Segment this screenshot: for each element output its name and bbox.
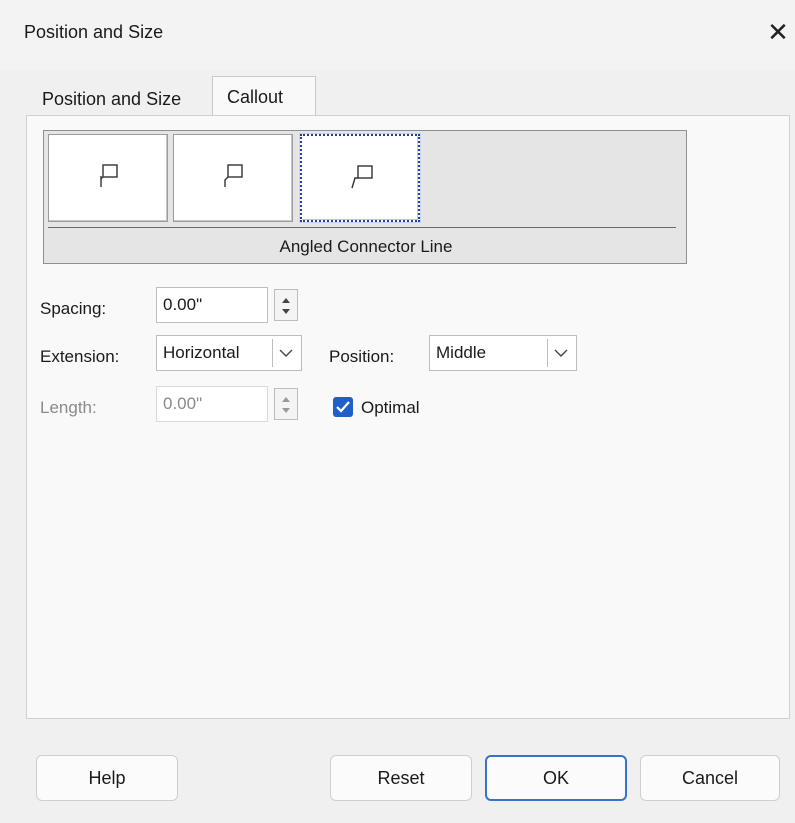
tab-callout[interactable]: Callout [212, 76, 316, 116]
spacing-stepper[interactable] [274, 289, 298, 321]
length-label: Length: [40, 398, 97, 417]
chevron-down-icon [547, 339, 573, 367]
cancel-button[interactable]: Cancel [640, 755, 780, 801]
spin-up-icon [282, 298, 290, 303]
connector-type-selector: Angled Connector Line [43, 130, 687, 264]
callout-panel: Angled Connector Line Spacing: 0.00" Ext… [26, 115, 790, 719]
spin-up-icon [282, 397, 290, 402]
spin-down-icon [282, 408, 290, 413]
optimal-label: Optimal [361, 398, 420, 417]
chevron-down-icon [272, 339, 298, 367]
window-title: Position and Size [24, 22, 164, 42]
straight-connector-option[interactable] [48, 134, 168, 222]
extension-value: Horizontal [163, 343, 240, 362]
position-select[interactable]: Middle [429, 335, 577, 371]
length-input[interactable]: 0.00" [156, 386, 268, 422]
close-icon[interactable]: ✕ [764, 18, 792, 46]
extension-select[interactable]: Horizontal [156, 335, 302, 371]
divider [48, 227, 676, 228]
reset-button[interactable]: Reset [330, 755, 472, 801]
tab-position-and-size[interactable]: Position and Size [28, 82, 212, 116]
angled-connector-icon [224, 164, 243, 187]
position-label: Position: [329, 347, 395, 366]
position-value: Middle [436, 343, 487, 362]
ok-button[interactable]: OK [485, 755, 627, 801]
title-bar: Position and Size ✕ [0, 0, 795, 70]
spin-down-icon [282, 309, 290, 314]
connector-caption: Angled Connector Line [279, 237, 453, 256]
extension-label: Extension: [40, 347, 120, 366]
spacing-label: Spacing: [40, 299, 107, 318]
help-button[interactable]: Help [36, 755, 178, 801]
angled-connector-line-option[interactable] [299, 133, 421, 223]
checkmark-icon [336, 401, 350, 413]
length-stepper[interactable] [274, 388, 298, 420]
optimal-checkbox[interactable] [333, 397, 353, 417]
spacing-input[interactable]: 0.00" [156, 287, 268, 323]
straight-connector-icon [100, 164, 118, 187]
angled-connector-line-icon [351, 165, 373, 189]
angled-connector-option[interactable] [173, 134, 293, 222]
